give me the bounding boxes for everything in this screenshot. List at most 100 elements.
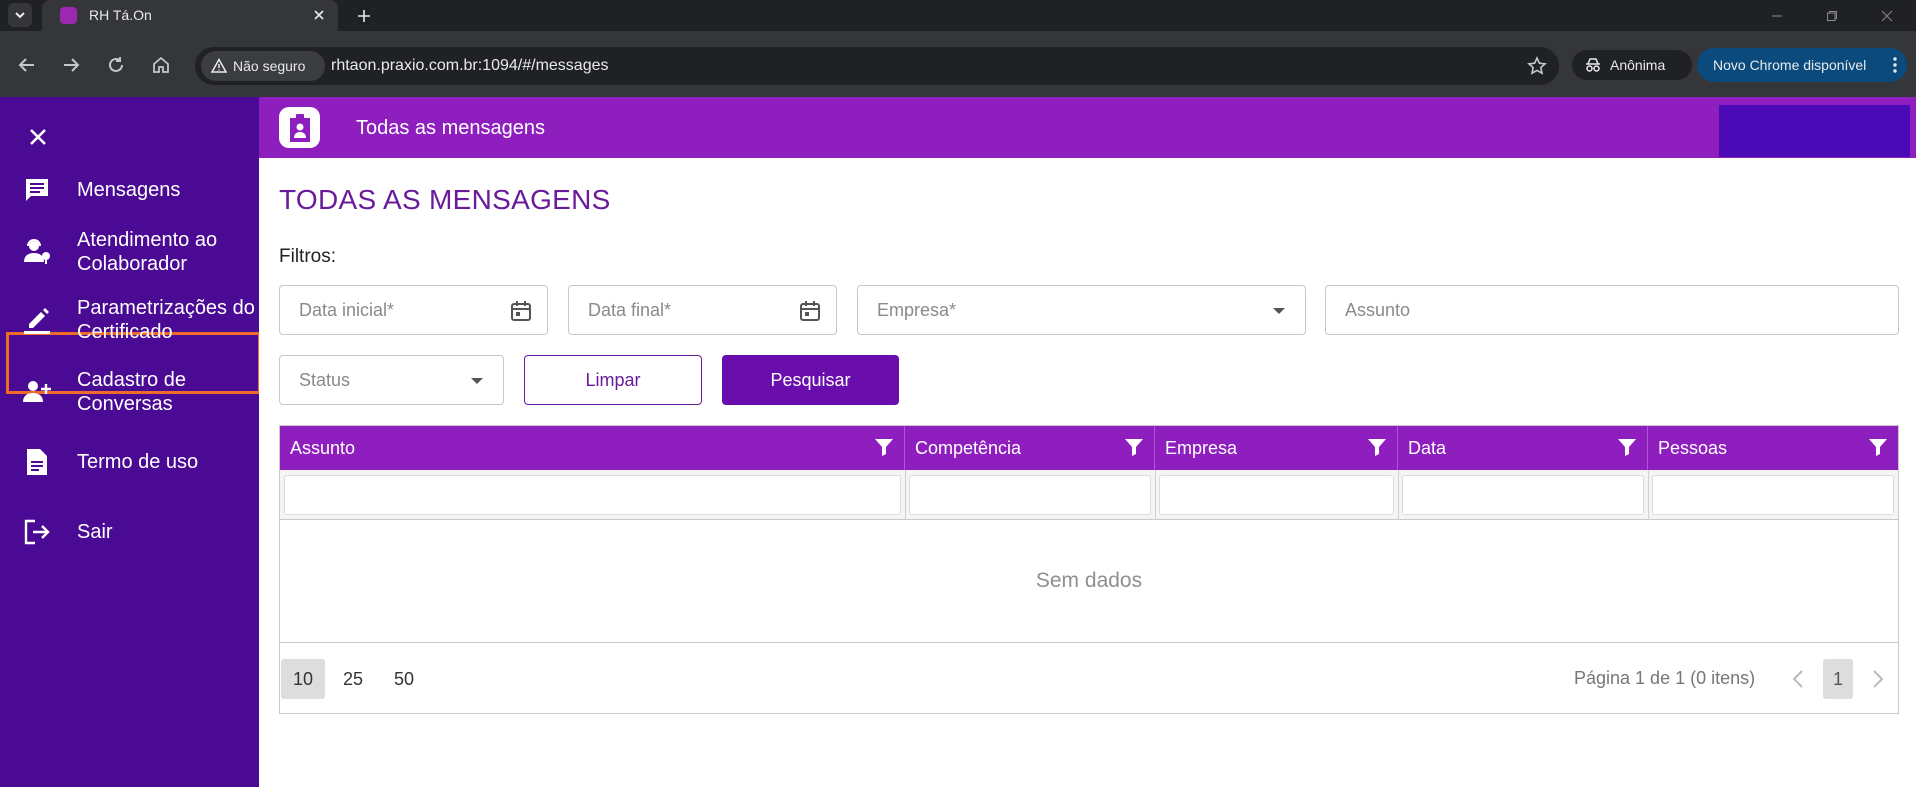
close-window-button[interactable] [1860, 0, 1914, 31]
chevron-down-icon [15, 12, 25, 19]
company-select[interactable] [857, 285, 1306, 335]
column-label: Assunto [290, 438, 356, 458]
star-icon [1527, 56, 1547, 75]
clear-button[interactable]: Limpar [524, 355, 702, 405]
bookmark-star-button[interactable] [1525, 54, 1549, 78]
app-header-title: Todas as mensagens [356, 117, 546, 139]
subject-field[interactable] [1325, 285, 1899, 335]
filter-input-data[interactable] [1403, 476, 1643, 514]
back-button[interactable] [12, 50, 42, 80]
search-button[interactable]: Pesquisar [722, 355, 899, 405]
update-label: Novo Chrome disponível [1713, 57, 1867, 73]
edit-pen-icon [22, 305, 52, 335]
minimize-button[interactable] [1750, 0, 1804, 31]
filter-cell-competencia[interactable] [909, 475, 1151, 515]
column-divider [1398, 470, 1399, 520]
end-date-field[interactable] [568, 285, 837, 335]
messages-grid: Assunto Competência Empresa Data Pessoas [279, 425, 1899, 714]
support-agent-icon [22, 236, 52, 266]
restore-button[interactable] [1805, 0, 1859, 31]
status-input[interactable] [280, 356, 503, 404]
sidebar-item-cadastro-conversas[interactable]: Cadastro de Conversas [0, 355, 259, 427]
app-logo-icon[interactable] [279, 107, 320, 148]
prev-page-button[interactable] [1787, 667, 1809, 691]
page-number-button[interactable]: 1 [1823, 659, 1853, 699]
column-header-empresa[interactable]: Empresa [1155, 426, 1398, 470]
sidebar-item-sair[interactable]: Sair [0, 507, 259, 557]
filter-input-assunto[interactable] [285, 476, 900, 514]
start-date-input[interactable] [280, 286, 547, 334]
filter-input-empresa[interactable] [1160, 476, 1393, 514]
sidebar-item-label: Cadastro de Conversas [77, 369, 186, 415]
browser-tab-bar: RH Tá.On [0, 0, 1916, 31]
sidebar-item-label: Mensagens [77, 179, 181, 201]
sidebar-item-label: Atendimento ao Colaborador [77, 229, 218, 275]
incognito-chip[interactable]: Anônima [1572, 50, 1692, 80]
sidebar-item-termo-uso[interactable]: Termo de uso [0, 437, 259, 487]
filter-cell-pessoas[interactable] [1652, 475, 1894, 515]
page-size-25[interactable]: 25 [331, 659, 375, 699]
home-icon [153, 56, 169, 73]
page-size-50[interactable]: 50 [382, 659, 426, 699]
filter-cell-data[interactable] [1402, 475, 1644, 515]
restore-icon [1827, 10, 1837, 21]
company-input[interactable] [858, 286, 1305, 334]
chrome-update-button[interactable]: Novo Chrome disponível [1697, 48, 1907, 82]
end-date-input[interactable] [569, 286, 836, 334]
sidebar-item-parametrizacoes[interactable]: Parametrizações do Certificado [0, 285, 259, 355]
column-header-data[interactable]: Data [1398, 426, 1648, 470]
tab-close-button[interactable] [308, 4, 330, 26]
sidebar-item-mensagens[interactable]: Mensagens [0, 165, 259, 215]
filter-icon[interactable] [873, 436, 895, 458]
app-favicon-icon [60, 7, 77, 24]
column-label: Pessoas [1658, 438, 1728, 458]
filter-cell-empresa[interactable] [1159, 475, 1394, 515]
column-label: Data [1408, 438, 1447, 458]
status-select[interactable] [279, 355, 504, 405]
browser-tab[interactable]: RH Tá.On [42, 0, 338, 31]
filter-input-pessoas[interactable] [1653, 476, 1893, 514]
grid-pager: 10 25 50 Página 1 de 1 (0 itens) 1 [280, 642, 1898, 713]
app-header: Todas as mensagens [259, 97, 1916, 158]
no-data-message: Sem dados [1035, 569, 1143, 592]
next-page-button[interactable] [1867, 667, 1889, 691]
chevron-left-icon [1792, 670, 1803, 688]
grid-header: Assunto Competência Empresa Data Pessoas [280, 426, 1898, 470]
reload-button[interactable] [101, 50, 131, 80]
column-header-competencia[interactable]: Competência [905, 426, 1155, 470]
column-header-assunto[interactable]: Assunto [280, 426, 905, 470]
logout-icon [22, 517, 52, 547]
column-divider [1648, 470, 1649, 520]
column-divider [905, 470, 906, 520]
column-header-pessoas[interactable]: Pessoas [1648, 426, 1898, 470]
close-icon [314, 10, 324, 20]
sidebar-item-atendimento[interactable]: Atendimento ao Colaborador [0, 215, 259, 287]
arrow-left-icon [18, 58, 34, 72]
page-size-10[interactable]: 10 [281, 659, 325, 699]
plus-icon [358, 10, 370, 22]
sidebar-close-button[interactable] [22, 121, 54, 153]
home-button[interactable] [146, 50, 176, 80]
tab-title: RH Tá.On [89, 7, 152, 23]
close-icon [1881, 10, 1893, 21]
filter-cell-assunto[interactable] [284, 475, 901, 515]
subject-input[interactable] [1326, 286, 1898, 334]
filter-icon[interactable] [1366, 436, 1388, 458]
forward-button[interactable] [56, 50, 86, 80]
url-text[interactable]: rhtaon.praxio.com.br:1094/#/messages [331, 57, 608, 75]
address-bar[interactable]: Não seguro rhtaon.praxio.com.br:1094/#/m… [195, 47, 1559, 85]
tab-search-button[interactable] [8, 3, 32, 27]
security-chip[interactable]: Não seguro [201, 51, 325, 81]
incognito-label: Anônima [1610, 57, 1666, 73]
reload-icon [109, 57, 123, 72]
filter-icon[interactable] [1616, 436, 1638, 458]
filter-input-competencia[interactable] [910, 476, 1150, 514]
start-date-field[interactable] [279, 285, 548, 335]
incognito-icon [1586, 58, 1600, 72]
message-icon [22, 175, 52, 205]
filter-icon[interactable] [1123, 436, 1145, 458]
sidebar: Mensagens Atendimento ao Colaborador Par… [0, 97, 261, 787]
new-tab-button[interactable] [351, 3, 377, 29]
column-divider [1155, 470, 1156, 520]
filter-icon[interactable] [1867, 436, 1889, 458]
